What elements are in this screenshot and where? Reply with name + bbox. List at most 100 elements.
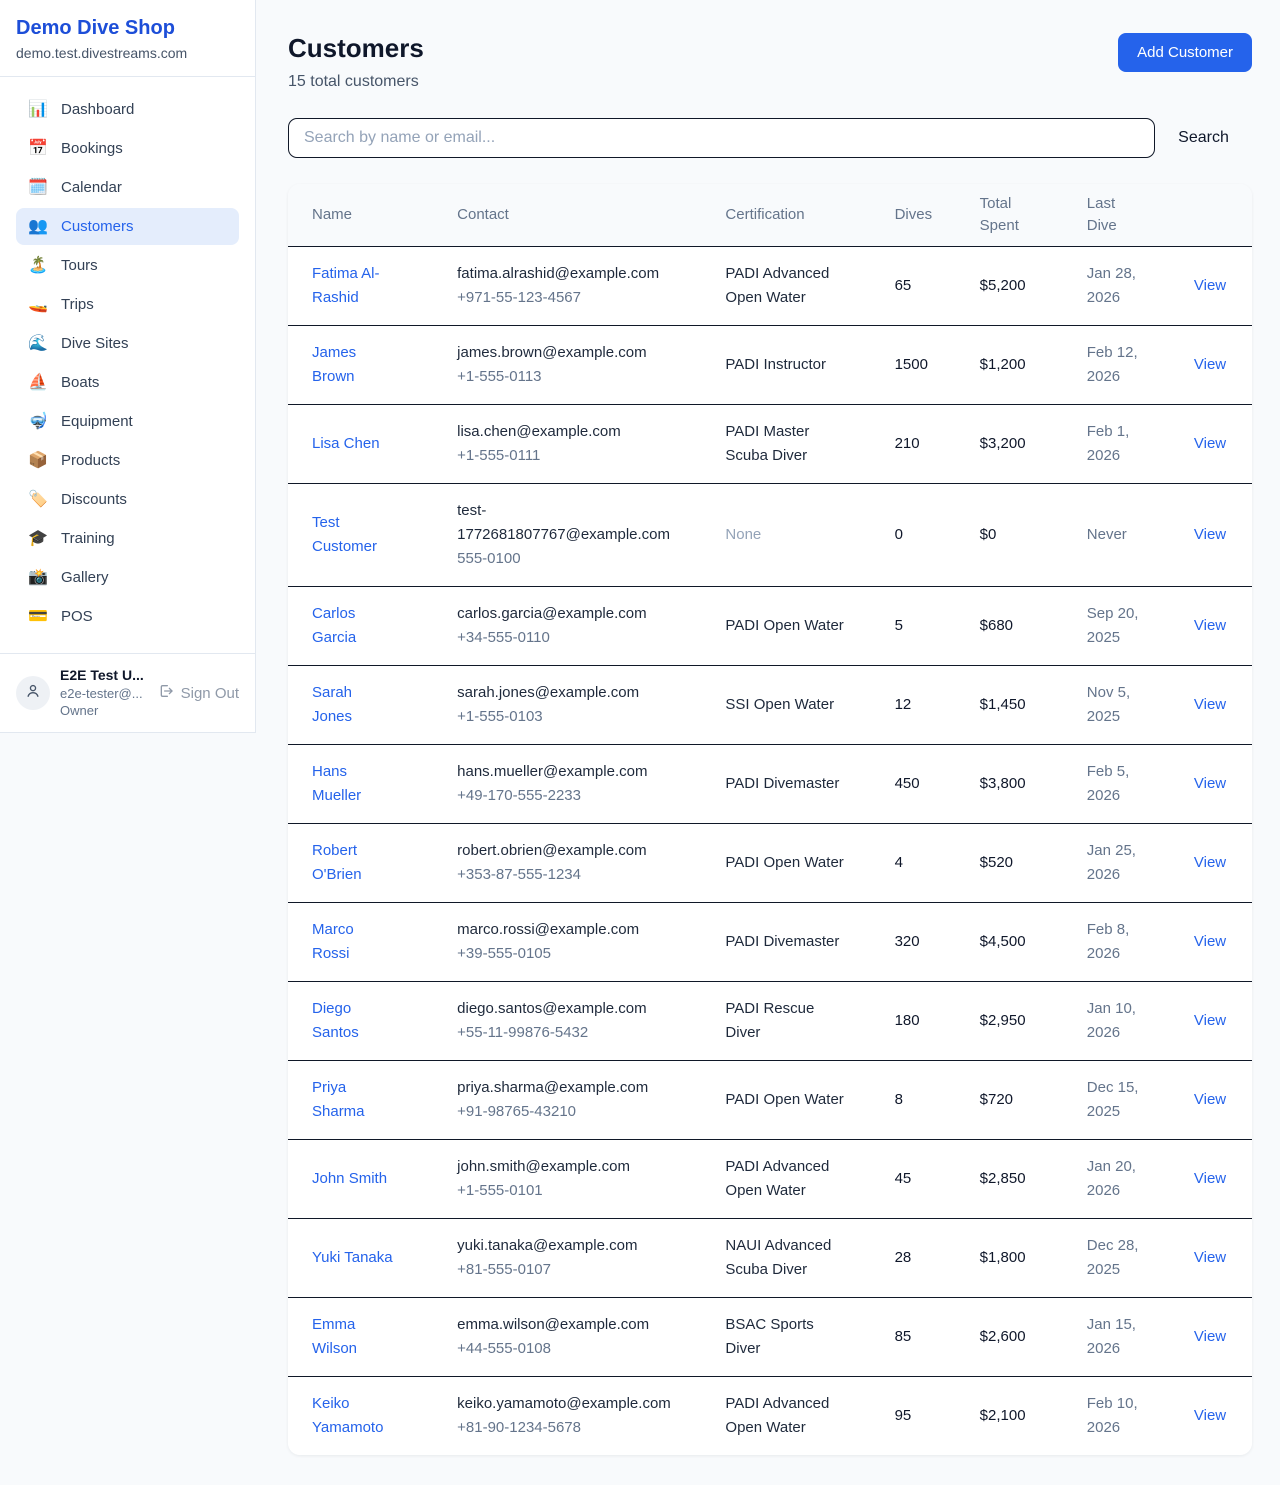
customer-name-link[interactable]: Keiko Yamamoto <box>312 1395 383 1436</box>
customer-certification: PADI Open Water <box>725 1091 843 1108</box>
customer-total-spent: $4,500 <box>956 903 1063 982</box>
customer-total-spent: $1,450 <box>956 666 1063 745</box>
customer-certification: PADI Rescue Diver <box>725 1000 814 1041</box>
customer-contact: diego.santos@example.com +55-11-99876-54… <box>433 982 701 1061</box>
sidebar-item-calendar[interactable]: 🗓️ Calendar <box>16 169 239 206</box>
customer-phone: +1-555-0111 <box>457 444 677 468</box>
sidebar-item-training[interactable]: 🎓 Training <box>16 520 239 557</box>
view-customer-link[interactable]: View <box>1194 1407 1226 1424</box>
column-header-certification: Certification <box>701 184 870 247</box>
column-header-last-dive: Last Dive <box>1063 184 1170 247</box>
user-box: E2E Test U... e2e-tester@... Owner Sign … <box>0 653 255 732</box>
customer-name-link[interactable]: Sarah Jones <box>312 684 352 725</box>
sidebar-item-pos[interactable]: 💳 POS <box>16 598 239 635</box>
sidebar-item-trips[interactable]: 🚤 Trips <box>16 286 239 323</box>
dive-sites-icon: 🌊 <box>28 336 48 352</box>
customer-count: 15 total customers <box>288 73 424 91</box>
customer-total-spent: $5,200 <box>956 247 1063 326</box>
customer-name-link[interactable]: John Smith <box>312 1170 387 1187</box>
customer-dives: 65 <box>871 247 956 326</box>
customer-phone: +1-555-0103 <box>457 705 677 729</box>
customer-certification: PADI Advanced Open Water <box>725 1158 829 1199</box>
customer-certification: NAUI Advanced Scuba Diver <box>725 1237 831 1278</box>
customer-dives: 5 <box>871 587 956 666</box>
sidebar-item-boats[interactable]: ⛵ Boats <box>16 364 239 401</box>
table-row: Marco Rossi marco.rossi@example.com +39-… <box>288 903 1252 982</box>
customer-name-link[interactable]: Marco Rossi <box>312 921 354 962</box>
customer-name-link[interactable]: Carlos Garcia <box>312 605 356 646</box>
customer-dives: 4 <box>871 824 956 903</box>
table-row: Fatima Al-Rashid fatima.alrashid@example… <box>288 247 1252 326</box>
customer-name-link[interactable]: Fatima Al-Rashid <box>312 265 380 306</box>
brand-title[interactable]: Demo Dive Shop <box>16 17 239 40</box>
customer-dives: 8 <box>871 1061 956 1140</box>
customer-contact: test-1772681807767@example.com 555-0100 <box>433 484 701 587</box>
customer-last-dive: Sep 20, 2025 <box>1063 587 1170 666</box>
view-customer-link[interactable]: View <box>1194 1249 1226 1266</box>
view-customer-link[interactable]: View <box>1194 1012 1226 1029</box>
page-header: Customers 15 total customers Add Custome… <box>288 33 1252 91</box>
user-icon <box>24 682 42 705</box>
view-customer-link[interactable]: View <box>1194 696 1226 713</box>
customer-name-link[interactable]: Priya Sharma <box>312 1079 365 1120</box>
column-header-dives: Dives <box>871 184 956 247</box>
tours-icon: 🏝️ <box>28 258 48 274</box>
customer-total-spent: $1,800 <box>956 1219 1063 1298</box>
customer-name-link[interactable]: Robert O'Brien <box>312 842 362 883</box>
sidebar-item-equipment[interactable]: 🤿 Equipment <box>16 403 239 440</box>
customer-contact: james.brown@example.com +1-555-0113 <box>433 326 701 405</box>
customer-phone: +1-555-0101 <box>457 1179 677 1203</box>
customer-phone: +44-555-0108 <box>457 1337 677 1361</box>
customer-phone: +55-11-99876-5432 <box>457 1021 677 1045</box>
sign-out-button[interactable]: Sign Out <box>158 683 239 703</box>
column-header-actions <box>1170 184 1252 247</box>
avatar <box>16 676 50 710</box>
customer-name-link[interactable]: Lisa Chen <box>312 435 380 452</box>
sidebar-item-products[interactable]: 📦 Products <box>16 442 239 479</box>
column-header-name: Name <box>288 184 433 247</box>
customer-total-spent: $2,600 <box>956 1298 1063 1377</box>
customer-name-link[interactable]: James Brown <box>312 344 356 385</box>
gallery-icon: 📸 <box>28 570 48 586</box>
add-customer-button[interactable]: Add Customer <box>1118 33 1252 72</box>
sidebar-item-gallery[interactable]: 📸 Gallery <box>16 559 239 596</box>
customer-email: lisa.chen@example.com <box>457 420 677 444</box>
customer-certification: PADI Master Scuba Diver <box>725 423 809 464</box>
bookings-icon: 📅 <box>28 141 48 157</box>
view-customer-link[interactable]: View <box>1194 1091 1226 1108</box>
boats-icon: ⛵ <box>28 375 48 391</box>
sidebar-item-bookings[interactable]: 📅 Bookings <box>16 130 239 167</box>
view-customer-link[interactable]: View <box>1194 854 1226 871</box>
customer-total-spent: $2,950 <box>956 982 1063 1061</box>
customer-last-dive: Jan 25, 2026 <box>1063 824 1170 903</box>
table-row: Hans Mueller hans.mueller@example.com +4… <box>288 745 1252 824</box>
customer-name-link[interactable]: Diego Santos <box>312 1000 359 1041</box>
customer-name-link[interactable]: Test Customer <box>312 514 377 555</box>
equipment-icon: 🤿 <box>28 414 48 430</box>
view-customer-link[interactable]: View <box>1194 1170 1226 1187</box>
search-input[interactable] <box>288 118 1155 158</box>
main-content: Customers 15 total customers Add Custome… <box>256 0 1280 1455</box>
view-customer-link[interactable]: View <box>1194 617 1226 634</box>
view-customer-link[interactable]: View <box>1194 526 1226 543</box>
view-customer-link[interactable]: View <box>1194 277 1226 294</box>
sidebar-item-discounts[interactable]: 🏷️ Discounts <box>16 481 239 518</box>
customer-dives: 45 <box>871 1140 956 1219</box>
view-customer-link[interactable]: View <box>1194 1328 1226 1345</box>
customer-email: hans.mueller@example.com <box>457 760 677 784</box>
view-customer-link[interactable]: View <box>1194 775 1226 792</box>
customer-name-link[interactable]: Hans Mueller <box>312 763 361 804</box>
view-customer-link[interactable]: View <box>1194 933 1226 950</box>
customer-name-link[interactable]: Emma Wilson <box>312 1316 357 1357</box>
view-customer-link[interactable]: View <box>1194 435 1226 452</box>
search-button[interactable]: Search <box>1155 129 1252 147</box>
customer-name-link[interactable]: Yuki Tanaka <box>312 1249 393 1266</box>
sidebar-item-dashboard[interactable]: 📊 Dashboard <box>16 91 239 128</box>
view-customer-link[interactable]: View <box>1194 356 1226 373</box>
customer-dives: 450 <box>871 745 956 824</box>
customer-last-dive: Feb 10, 2026 <box>1063 1377 1170 1456</box>
sidebar-item-tours[interactable]: 🏝️ Tours <box>16 247 239 284</box>
sidebar-item-dive-sites[interactable]: 🌊 Dive Sites <box>16 325 239 362</box>
sidebar-item-customers[interactable]: 👥 Customers <box>16 208 239 245</box>
training-icon: 🎓 <box>28 531 48 547</box>
